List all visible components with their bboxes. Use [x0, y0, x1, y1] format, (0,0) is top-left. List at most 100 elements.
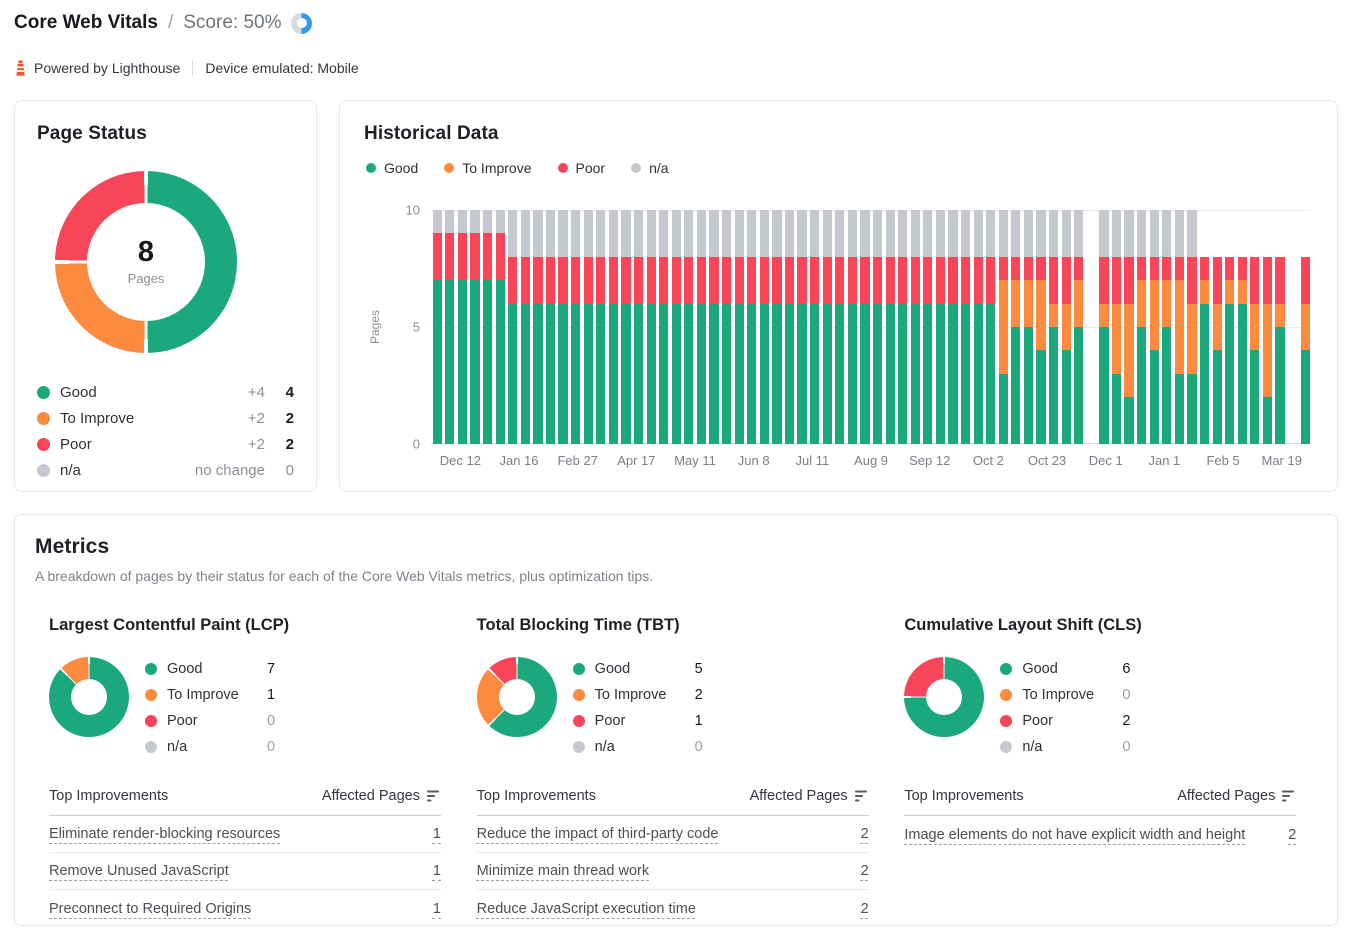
bar-segment-na — [760, 210, 769, 257]
history-bar[interactable] — [1301, 210, 1310, 444]
history-bar[interactable] — [1175, 210, 1184, 444]
history-bar[interactable] — [483, 210, 492, 444]
history-bar[interactable] — [596, 210, 605, 444]
improvement-link[interactable]: Preconnect to Required Origins — [49, 901, 251, 917]
history-bar[interactable] — [898, 210, 907, 444]
history-bar[interactable] — [521, 210, 530, 444]
history-bar[interactable] — [999, 210, 1008, 444]
history-bar[interactable] — [986, 210, 995, 444]
history-bar[interactable] — [1288, 210, 1297, 444]
history-bar[interactable] — [1074, 210, 1083, 444]
history-bar[interactable] — [1225, 210, 1234, 444]
affected-pages-link[interactable]: 1 — [433, 901, 441, 917]
historical-legend-to_improve[interactable]: To Improve — [444, 160, 531, 176]
bar-segment-good — [1036, 350, 1045, 444]
historical-legend-na[interactable]: n/a — [631, 160, 668, 176]
improvement-link[interactable]: Remove Unused JavaScript — [49, 863, 229, 879]
affected-pages-link[interactable]: 1 — [433, 863, 441, 879]
affected-pages-link[interactable]: 2 — [861, 863, 869, 879]
improvement-link[interactable]: Image elements do not have explicit widt… — [904, 827, 1245, 843]
history-bar[interactable] — [470, 210, 479, 444]
history-bar[interactable] — [785, 210, 794, 444]
history-bar[interactable] — [1112, 210, 1121, 444]
historical-legend-poor[interactable]: Poor — [558, 160, 606, 176]
history-bar[interactable] — [1238, 210, 1247, 444]
history-bar[interactable] — [1087, 210, 1096, 444]
affected-pages-link[interactable]: 1 — [433, 826, 441, 842]
history-bar[interactable] — [647, 210, 656, 444]
affected-pages-link[interactable]: 2 — [1288, 827, 1296, 843]
history-bar[interactable] — [1049, 210, 1058, 444]
bar-segment-poor — [911, 257, 920, 304]
affected-pages-link[interactable]: 2 — [861, 901, 869, 917]
history-bar[interactable] — [1213, 210, 1222, 444]
history-bar[interactable] — [571, 210, 580, 444]
history-bar[interactable] — [974, 210, 983, 444]
history-bar[interactable] — [1024, 210, 1033, 444]
history-bar[interactable] — [886, 210, 895, 444]
history-bar[interactable] — [621, 210, 630, 444]
improvement-link[interactable]: Reduce JavaScript execution time — [477, 901, 696, 917]
improvement-link[interactable]: Reduce the impact of third-party code — [477, 826, 719, 842]
history-bar[interactable] — [496, 210, 505, 444]
legend-value: 1 — [267, 687, 275, 703]
history-bar[interactable] — [797, 210, 806, 444]
history-bar[interactable] — [810, 210, 819, 444]
history-bar[interactable] — [1200, 210, 1209, 444]
history-bar[interactable] — [709, 210, 718, 444]
history-bar[interactable] — [747, 210, 756, 444]
historical-legend-good[interactable]: Good — [366, 160, 418, 176]
history-bar[interactable] — [1187, 210, 1196, 444]
history-bar[interactable] — [1137, 210, 1146, 444]
history-bar[interactable] — [835, 210, 844, 444]
history-bar[interactable] — [860, 210, 869, 444]
legend-value: 0 — [267, 739, 275, 755]
history-bar[interactable] — [911, 210, 920, 444]
bar-segment-poor — [709, 257, 718, 304]
history-bar[interactable] — [1036, 210, 1045, 444]
history-bar[interactable] — [1062, 210, 1071, 444]
history-bar[interactable] — [1275, 210, 1284, 444]
bar-segment-na — [848, 210, 857, 257]
history-bar[interactable] — [873, 210, 882, 444]
affected-pages-sort[interactable]: Affected Pages — [322, 788, 441, 804]
history-bar[interactable] — [760, 210, 769, 444]
history-bar[interactable] — [1099, 210, 1108, 444]
history-bar[interactable] — [558, 210, 567, 444]
history-bar[interactable] — [634, 210, 643, 444]
history-bar[interactable] — [1150, 210, 1159, 444]
affected-pages-link[interactable]: 2 — [861, 826, 869, 842]
history-bar[interactable] — [458, 210, 467, 444]
improvement-link[interactable]: Eliminate render-blocking resources — [49, 826, 280, 842]
history-bar[interactable] — [948, 210, 957, 444]
metrics-title: Metrics — [35, 535, 1317, 559]
history-bar[interactable] — [584, 210, 593, 444]
history-bar[interactable] — [659, 210, 668, 444]
affected-pages-sort[interactable]: Affected Pages — [1177, 788, 1296, 804]
history-bar[interactable] — [1263, 210, 1272, 444]
bar-segment-good — [772, 304, 781, 444]
history-bar[interactable] — [772, 210, 781, 444]
history-bar[interactable] — [445, 210, 454, 444]
history-bar[interactable] — [609, 210, 618, 444]
history-bar[interactable] — [823, 210, 832, 444]
history-bar[interactable] — [936, 210, 945, 444]
history-bar[interactable] — [1162, 210, 1171, 444]
history-bar[interactable] — [697, 210, 706, 444]
history-bar[interactable] — [672, 210, 681, 444]
improvement-link[interactable]: Minimize main thread work — [477, 863, 649, 879]
history-bar[interactable] — [508, 210, 517, 444]
affected-pages-sort[interactable]: Affected Pages — [750, 788, 869, 804]
history-bar[interactable] — [923, 210, 932, 444]
history-bar[interactable] — [1250, 210, 1259, 444]
history-bar[interactable] — [1011, 210, 1020, 444]
history-bar[interactable] — [433, 210, 442, 444]
history-bar[interactable] — [684, 210, 693, 444]
history-bar[interactable] — [735, 210, 744, 444]
history-bar[interactable] — [1124, 210, 1133, 444]
history-bar[interactable] — [533, 210, 542, 444]
history-bar[interactable] — [961, 210, 970, 444]
history-bar[interactable] — [546, 210, 555, 444]
history-bar[interactable] — [722, 210, 731, 444]
history-bar[interactable] — [848, 210, 857, 444]
